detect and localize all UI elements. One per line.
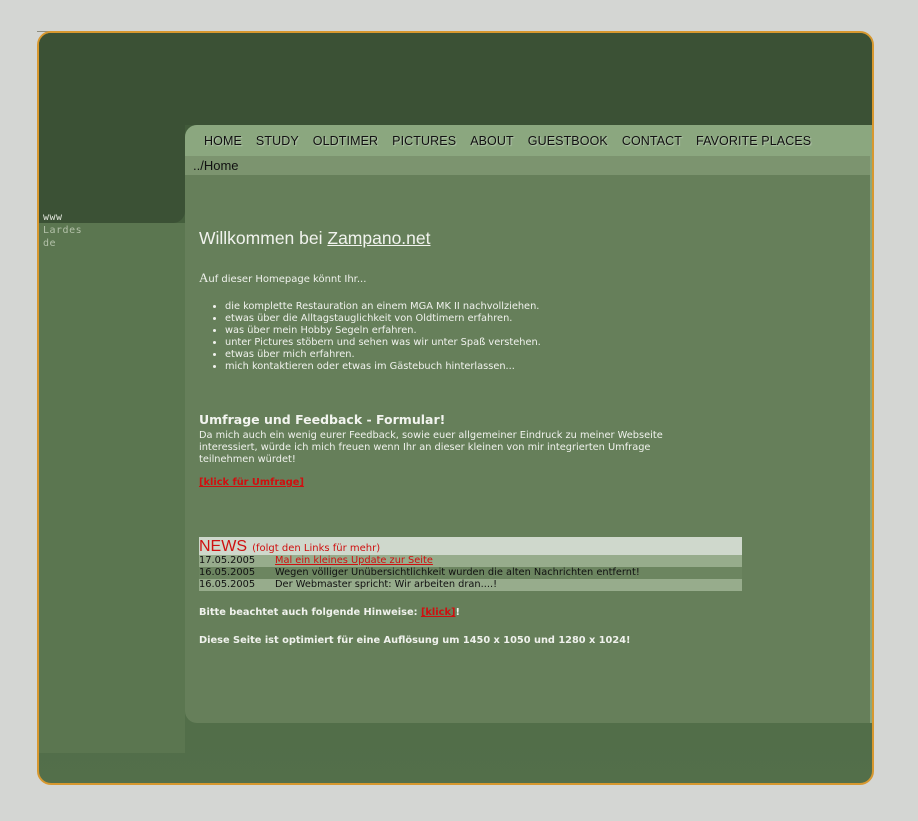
sidebar-line-de: de bbox=[43, 238, 57, 249]
news-date: 16.05.2005 bbox=[199, 579, 256, 590]
list-item: unter Pictures stöbern und sehen was wir… bbox=[225, 337, 541, 349]
survey-heading: Umfrage und Feedback - Formular! bbox=[199, 412, 446, 427]
news-row: 16.05.2005 Wegen völliger Unübersichtlich… bbox=[199, 567, 742, 579]
breadcrumb: ../Home bbox=[185, 156, 872, 175]
nav-study[interactable]: STUDY bbox=[256, 134, 299, 148]
news-box: NEWS (folgt den Links für mehr) 17.05.20… bbox=[199, 537, 742, 591]
sidebar bbox=[39, 223, 185, 753]
news-row: 16.05.2005 Der Webmaster spricht: Wir arb… bbox=[199, 579, 742, 591]
news-header: NEWS (folgt den Links für mehr) bbox=[199, 537, 742, 555]
hint-link[interactable]: [klick] bbox=[421, 607, 456, 618]
sidebar-top bbox=[39, 33, 185, 223]
nav-pictures[interactable]: PICTURES bbox=[392, 134, 456, 148]
intro-rest: uf dieser Homepage könnt Ihr... bbox=[208, 274, 367, 285]
page-frame: www Lardes de HOME STUDY OLDTIMER PICTUR… bbox=[37, 31, 874, 785]
news-date: 17.05.2005 bbox=[199, 555, 256, 566]
nav-favorite-places[interactable]: FAVORITE PLACES bbox=[696, 134, 811, 148]
list-item: etwas über mich erfahren. bbox=[225, 349, 541, 361]
list-item: etwas über die Alltagstauglichkeit von O… bbox=[225, 313, 541, 325]
news-title: NEWS bbox=[199, 538, 247, 555]
nav-home[interactable]: HOME bbox=[204, 134, 242, 148]
zampano-link[interactable]: Zampano.net bbox=[327, 228, 430, 248]
survey-link[interactable]: [klick für Umfrage] bbox=[199, 477, 304, 488]
top-nav: HOME STUDY OLDTIMER PICTURES ABOUT GUEST… bbox=[185, 125, 872, 156]
news-text: Wegen völliger Unübersichtlichkeit wurde… bbox=[275, 567, 640, 578]
sidebar-line-lardes: Lardes bbox=[43, 225, 83, 236]
welcome-prefix: Willkommen bei bbox=[199, 228, 328, 248]
intro-initial: A bbox=[199, 270, 209, 285]
resolution-note: Diese Seite ist optimiert für eine Auflö… bbox=[199, 635, 631, 646]
welcome-heading: Willkommen bei Zampano.net bbox=[199, 228, 431, 249]
main-content: HOME STUDY OLDTIMER PICTURES ABOUT GUEST… bbox=[185, 125, 872, 723]
survey-text: Da mich auch ein wenig eurer Feedback, s… bbox=[199, 430, 663, 465]
nav-about[interactable]: ABOUT bbox=[470, 134, 514, 148]
list-item: die komplette Restauration an einem MGA … bbox=[225, 301, 541, 313]
nav-contact[interactable]: CONTACT bbox=[622, 134, 682, 148]
hint-suffix: ! bbox=[455, 607, 460, 618]
sidebar-text: www Lardes de bbox=[43, 211, 82, 250]
nav-guestbook[interactable]: GUESTBOOK bbox=[528, 134, 608, 148]
nav-oldtimer[interactable]: OLDTIMER bbox=[313, 134, 378, 148]
hint-prefix: Bitte beachtet auch folgende Hinweise: bbox=[199, 607, 421, 618]
news-row: 17.05.2005 Mal ein kleines Update zur Sei… bbox=[199, 555, 742, 567]
feature-list: die komplette Restauration an einem MGA … bbox=[209, 301, 541, 373]
sidebar-line-www: www bbox=[43, 212, 63, 223]
hint-text: Bitte beachtet auch folgende Hinweise: [… bbox=[199, 607, 460, 618]
news-text: Der Webmaster spricht: Wir arbeiten dran… bbox=[275, 579, 498, 590]
news-subtitle: (folgt den Links für mehr) bbox=[252, 543, 381, 554]
list-item: was über mein Hobby Segeln erfahren. bbox=[225, 325, 541, 337]
right-edge bbox=[870, 125, 872, 723]
news-link[interactable]: Mal ein kleines Update zur Seite bbox=[275, 555, 433, 566]
news-date: 16.05.2005 bbox=[199, 567, 256, 578]
intro-text: Auf dieser Homepage könnt Ihr... bbox=[199, 270, 366, 286]
list-item: mich kontaktieren oder etwas im Gästebuc… bbox=[225, 361, 541, 373]
